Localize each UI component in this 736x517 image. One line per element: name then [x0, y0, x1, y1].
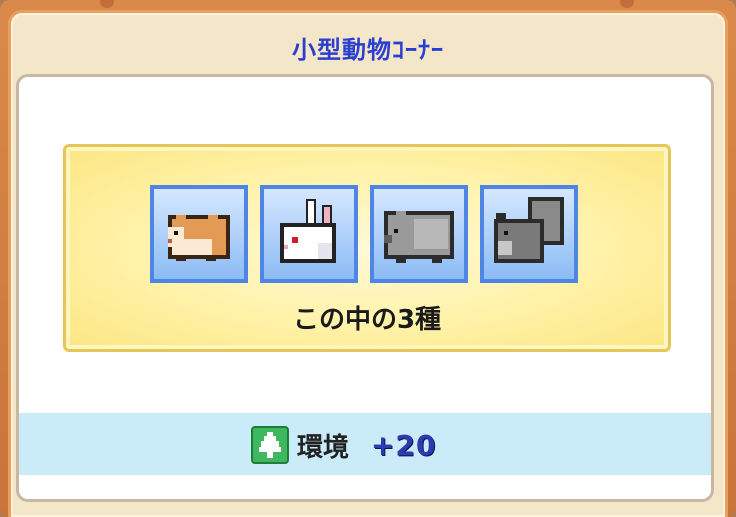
hamster-icon: [168, 215, 230, 261]
effect-row: 環境 +20: [251, 425, 436, 465]
frame-nail: [100, 0, 114, 8]
content-card: この中の3種 環境 +20: [16, 74, 714, 502]
hamster-tile[interactable]: [150, 185, 248, 283]
group-caption: この中の3種: [292, 305, 442, 335]
rabbit-icon: [280, 199, 336, 263]
tree-icon: [251, 426, 289, 464]
animal-group-box: この中の3種: [63, 144, 671, 352]
dialog-title: 小型動物ｺｰﾅｰ: [292, 36, 444, 64]
effect-value: +20: [371, 428, 437, 462]
effect-bar: 環境 +20: [19, 413, 711, 475]
gray-squirrel-icon: [494, 197, 564, 263]
gray-squirrel-tile[interactable]: [480, 185, 578, 283]
effect-label: 環境: [297, 432, 350, 463]
rabbit-tile[interactable]: [260, 185, 358, 283]
animal-icon-row: [150, 185, 578, 285]
gray-animal-tile[interactable]: [370, 185, 468, 283]
frame-nail: [620, 0, 634, 8]
gray-animal-icon: [384, 211, 454, 263]
